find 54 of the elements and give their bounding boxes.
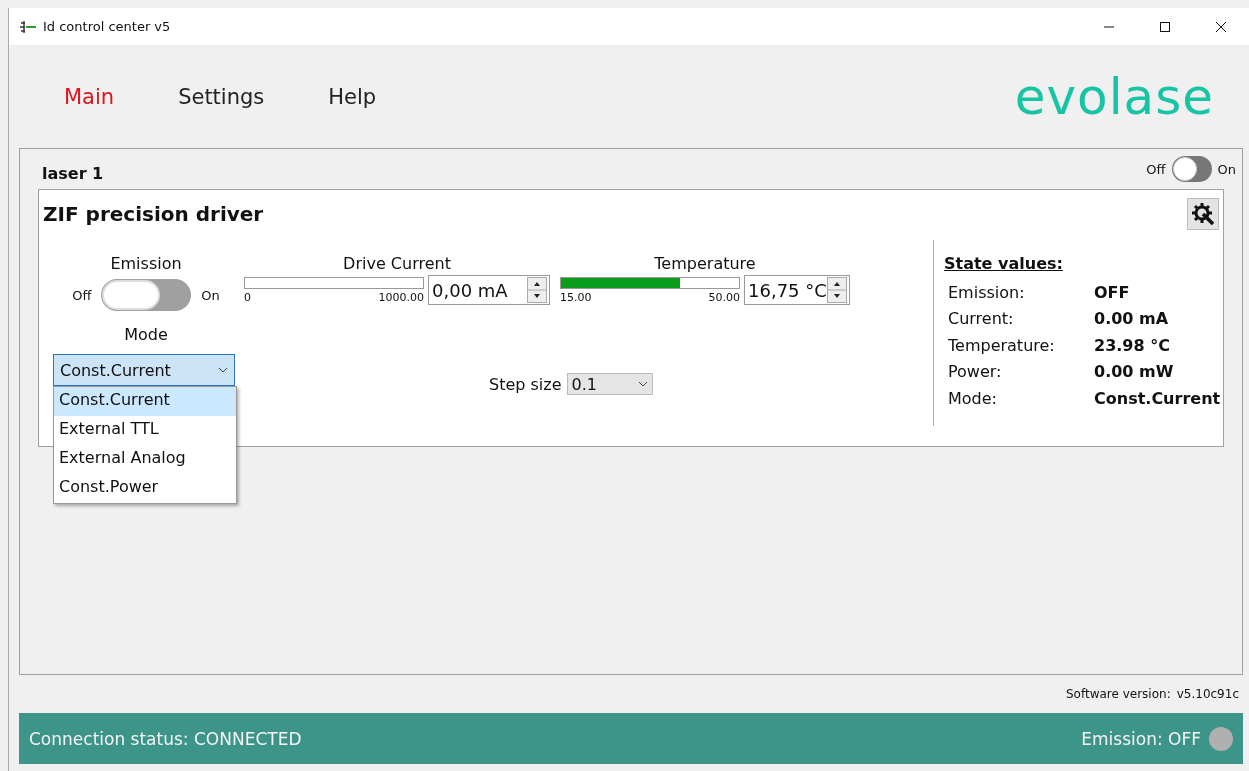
state-value: Const.Current	[1094, 388, 1221, 408]
dropdown-option[interactable]: Const.Power	[54, 474, 236, 503]
scale-max: 1000.00	[378, 291, 424, 304]
emission-label: Emission	[110, 254, 182, 273]
logo: evolase	[1014, 67, 1214, 126]
state-label: Current:	[948, 309, 1015, 329]
driver-title: ZIF precision driver	[43, 202, 264, 228]
mode-dropdown[interactable]: Const.Current	[53, 354, 235, 386]
close-icon	[1215, 20, 1227, 33]
scale-min: 15.00	[560, 291, 592, 304]
meter-label: Temperature	[653, 254, 757, 273]
state-value: 0.00 mW	[1094, 362, 1174, 382]
toggle-switch[interactable]	[101, 279, 192, 311]
settings-button[interactable]	[1187, 198, 1219, 230]
spin-arrows-icon[interactable]	[827, 277, 847, 303]
state-values-title: State values:	[944, 254, 1064, 273]
state-label: Power:	[948, 362, 1003, 382]
spin-field[interactable]: 16,75 °C	[744, 275, 850, 305]
chevron-down-icon	[218, 367, 228, 373]
step-size-label: Step size	[489, 374, 562, 394]
toggle-switch[interactable]	[1171, 156, 1212, 182]
state-label: Emission:	[948, 282, 1026, 302]
nav-tab[interactable]: Main	[64, 84, 115, 109]
state-value: 23.98 °C	[1094, 335, 1170, 355]
step-size-dropdown[interactable]: 0.1	[566, 373, 653, 395]
version-value: v5.10c91c	[1176, 687, 1239, 703]
spin-arrows-icon[interactable]	[527, 277, 547, 303]
nav-tab[interactable]: Settings	[178, 84, 265, 109]
version-label: Software version:	[1066, 687, 1171, 703]
window-title: Id control center v5	[43, 19, 172, 34]
nav-tab[interactable]: Help	[328, 84, 377, 109]
dropdown-option[interactable]: Const.Current	[54, 387, 236, 416]
panel-title: laser 1	[42, 162, 104, 183]
maximize-icon	[1159, 20, 1171, 33]
state-label: Temperature:	[948, 335, 1056, 355]
connection-status: Connection status: CONNECTED	[29, 728, 302, 749]
mode-label: Mode	[124, 325, 168, 344]
on-label: On	[1217, 161, 1236, 177]
meter-label: Drive Current	[342, 254, 452, 273]
dropdown-option[interactable]: External Analog	[54, 445, 236, 474]
spin-field[interactable]: 0,00 mA	[428, 275, 550, 305]
emission-status: Emission: OFF	[1081, 728, 1201, 749]
state-value: 0.00 mA	[1094, 309, 1169, 329]
app-icon	[19, 18, 37, 35]
dropdown-option[interactable]: External TTL	[54, 416, 236, 445]
scale-min: 0	[244, 291, 251, 304]
scale-max: 50.00	[708, 291, 740, 304]
state-value: OFF	[1094, 282, 1130, 302]
on-label: On	[201, 287, 220, 303]
chevron-down-icon	[637, 381, 648, 387]
off-label: Off	[72, 287, 92, 303]
off-label: Off	[1146, 161, 1166, 177]
gear-wrench-icon	[1190, 201, 1216, 227]
state-label: Mode:	[948, 388, 998, 408]
